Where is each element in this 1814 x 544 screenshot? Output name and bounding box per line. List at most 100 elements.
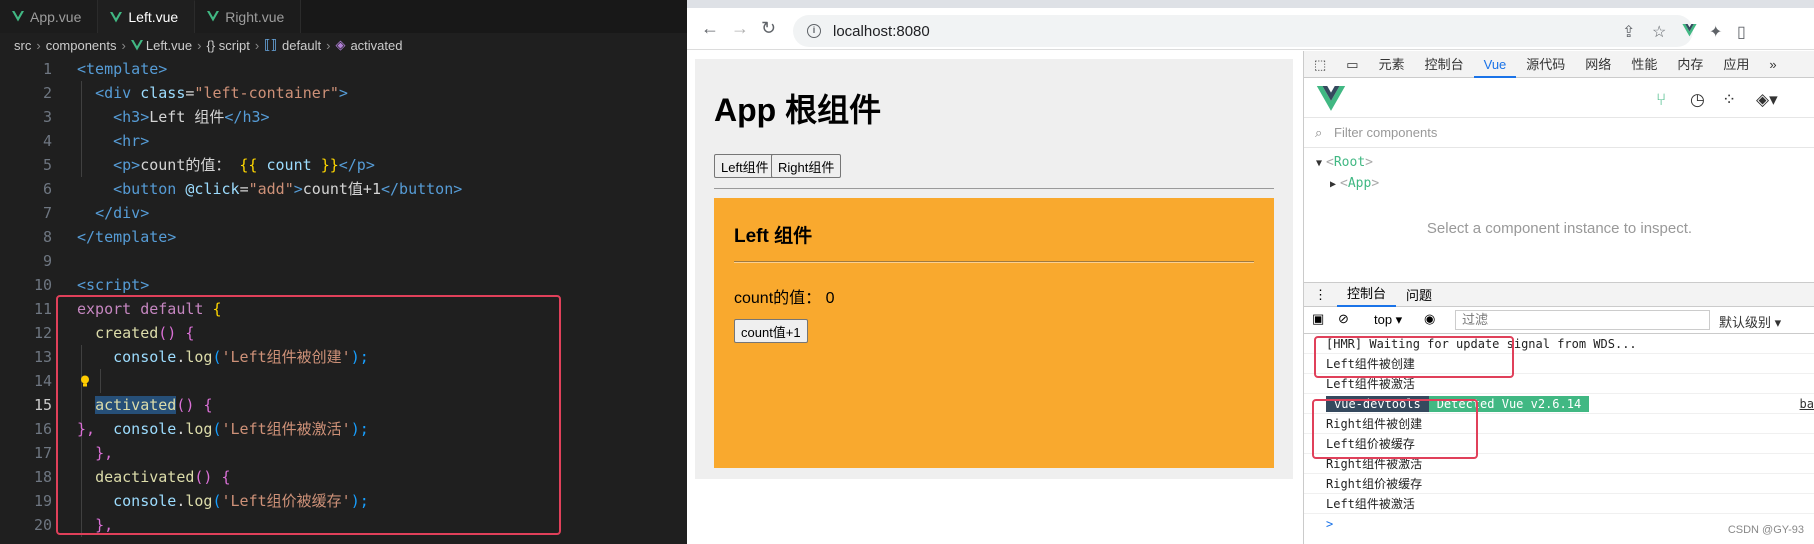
code-area[interactable]: 1 <template> 2 <div class="left-container…: [0, 57, 687, 537]
browser-tab-strip: [687, 0, 1814, 8]
tab-right-vue[interactable]: Right.vue: [195, 0, 302, 33]
code-line: 7 </div>: [42, 204, 150, 222]
timeline-icon[interactable]: ◷: [1690, 90, 1705, 110]
components-tree-icon[interactable]: ⑂: [1656, 90, 1666, 110]
vue-file-icon: [12, 11, 24, 22]
tab-console-drawer[interactable]: 控制台: [1337, 283, 1397, 307]
code-line: 10 <script>: [33, 276, 150, 294]
tab-label: App.vue: [30, 8, 82, 25]
left-component-button[interactable]: Left组件: [714, 154, 776, 178]
inspect-element-icon[interactable]: ⬚: [1304, 51, 1336, 78]
log-level-select[interactable]: 默认级别 ▾: [1719, 312, 1781, 331]
web-page: App 根组件 Left组件 Right组件 Left 组件 count的值： …: [687, 51, 1306, 544]
tab-app-vue[interactable]: App.vue: [0, 0, 99, 33]
divider: [714, 188, 1274, 190]
code-line: 4 <hr>: [42, 132, 150, 150]
browser-window: ← → ↻ i localhost:8080 ⇪ ☆ ✦ ▯ App 根组件 L…: [687, 0, 1814, 544]
symbol-method-icon: ◈: [335, 37, 346, 52]
chevron-right-icon: ›: [36, 37, 41, 53]
left-container: Left 组件 count的值： 0 count值+1: [714, 198, 1274, 468]
star-icon[interactable]: ☆: [1652, 22, 1666, 42]
sidebar-toggle-icon[interactable]: ▣: [1312, 311, 1324, 327]
vue-devtools-extension-icon[interactable]: [1682, 24, 1697, 37]
tab-label: Right.vue: [225, 8, 285, 25]
code-line: 5 <p>count的值： {{ count }}</p>: [42, 156, 375, 174]
vue-file-icon: [207, 11, 220, 22]
increment-button[interactable]: count值+1: [734, 319, 808, 343]
vue-devtools-header: ⑂ ◷ ⁘ ◈▾: [1304, 78, 1814, 118]
tab-elements[interactable]: 元素: [1369, 51, 1415, 78]
drawer-menu-icon[interactable]: ⋮: [1304, 287, 1337, 303]
breadcrumb-default[interactable]: default: [282, 38, 321, 53]
code-line: 3 <h3>Left 组件</h3>: [42, 108, 270, 126]
console-output: [HMR] Waiting for update signal from WDS…: [1304, 334, 1814, 534]
page-title: App 根组件: [714, 92, 882, 128]
share-icon[interactable]: ⇪: [1622, 22, 1635, 42]
code-line: 2 <div class="left-container">: [42, 84, 348, 102]
right-component-button[interactable]: Right组件: [771, 154, 842, 178]
tree-node-root[interactable]: ▼ <Root>: [1316, 155, 1373, 170]
divider: [734, 261, 1254, 263]
watermark: CSDN @GY-93: [1727, 524, 1804, 536]
symbol-module-icon: ⟦⟧: [264, 37, 278, 52]
filter-placeholder: Filter components: [1334, 125, 1438, 140]
count-display: count的值： 0: [734, 284, 835, 308]
tab-issues[interactable]: 问题: [1396, 285, 1442, 304]
tab-label: Left.vue: [128, 9, 179, 25]
breadcrumb-script[interactable]: {} script: [206, 38, 249, 53]
breadcrumb-src[interactable]: src: [14, 38, 31, 53]
code-line: 8 </template>: [42, 228, 177, 246]
tab-sources[interactable]: 源代码: [1516, 51, 1575, 78]
expanded-triangle-icon: ▼: [1316, 158, 1323, 169]
url-text: localhost:8080: [833, 22, 930, 40]
filter-components-input[interactable]: ⌕ Filter components: [1304, 118, 1814, 148]
console-message: Right组价被缓存: [1304, 474, 1814, 494]
editor-tab-bar: App.vue Left.vue Right.vue: [0, 0, 687, 33]
puzzle-extensions-icon[interactable]: ✦: [1709, 22, 1722, 42]
address-bar[interactable]: i localhost:8080: [793, 15, 1693, 47]
info-icon[interactable]: i: [807, 24, 821, 38]
reload-icon[interactable]: ↻: [761, 18, 776, 39]
tab-performance[interactable]: 性能: [1621, 51, 1667, 78]
code-editor: App.vue Left.vue Right.vue src › compone…: [0, 0, 687, 544]
routing-icon[interactable]: ◈▾: [1756, 90, 1778, 110]
breadcrumb-file[interactable]: Left.vue: [146, 38, 192, 53]
plugins-icon[interactable]: ⁘: [1722, 90, 1736, 110]
chevron-right-icon: ›: [254, 37, 260, 53]
clear-console-icon[interactable]: ⊘: [1338, 311, 1349, 327]
eye-icon[interactable]: ◉: [1424, 311, 1435, 327]
device-toolbar-icon[interactable]: ▭: [1336, 51, 1368, 78]
app-root-container: App 根组件 Left组件 Right组件 Left 组件 count的值： …: [695, 59, 1293, 479]
chevron-right-icon: ›: [121, 37, 126, 53]
tab-memory[interactable]: 内存: [1667, 51, 1713, 78]
tab-left-vue[interactable]: Left.vue: [98, 0, 196, 33]
console-filter-input[interactable]: 过滤: [1455, 310, 1710, 330]
search-icon: ⌕: [1315, 125, 1323, 140]
count-label: count的值：: [734, 290, 822, 307]
breadcrumb: src › components › Left.vue › {} script …: [0, 33, 687, 57]
context-selector[interactable]: top ▾: [1374, 312, 1402, 328]
breadcrumb-components[interactable]: components: [46, 38, 117, 53]
left-heading: Left 组件: [734, 226, 813, 247]
more-tabs-button[interactable]: »: [1759, 51, 1786, 78]
breadcrumb-activated[interactable]: activated: [350, 38, 402, 53]
tree-node-app[interactable]: ▶ <App>: [1330, 176, 1379, 191]
chevron-right-icon: ›: [326, 37, 331, 53]
tab-console[interactable]: 控制台: [1415, 51, 1474, 78]
code-line: 6 <button @click="add">count值+1</button>: [42, 180, 463, 198]
tab-application[interactable]: 应用: [1713, 51, 1759, 78]
sidebar-icon[interactable]: ▯: [1737, 22, 1746, 42]
code-line: 9: [42, 252, 52, 270]
tab-vue[interactable]: Vue: [1473, 51, 1517, 78]
console-toolbar: ▣ ⊘ top ▾ ◉ 过滤 默认级别 ▾: [1304, 307, 1814, 334]
inspect-placeholder: Select a component instance to inspect.: [1426, 220, 1693, 237]
highlight-box: [56, 295, 561, 535]
forward-arrow-icon[interactable]: →: [731, 18, 749, 39]
vue-file-icon: [130, 39, 143, 50]
console-drawer-tabs: ⋮ 控制台 问题: [1304, 283, 1814, 307]
back-arrow-icon[interactable]: ←: [701, 18, 719, 39]
source-link[interactable]: ba: [1800, 394, 1814, 414]
vue-logo-icon: [1316, 86, 1346, 111]
tab-network[interactable]: 网络: [1575, 51, 1621, 78]
devtools-panel: ⬚ ▭ 元素 控制台 Vue 源代码 网络 性能 内存 应用 » ⑂ ◷ ⁘ ◈…: [1303, 51, 1814, 544]
